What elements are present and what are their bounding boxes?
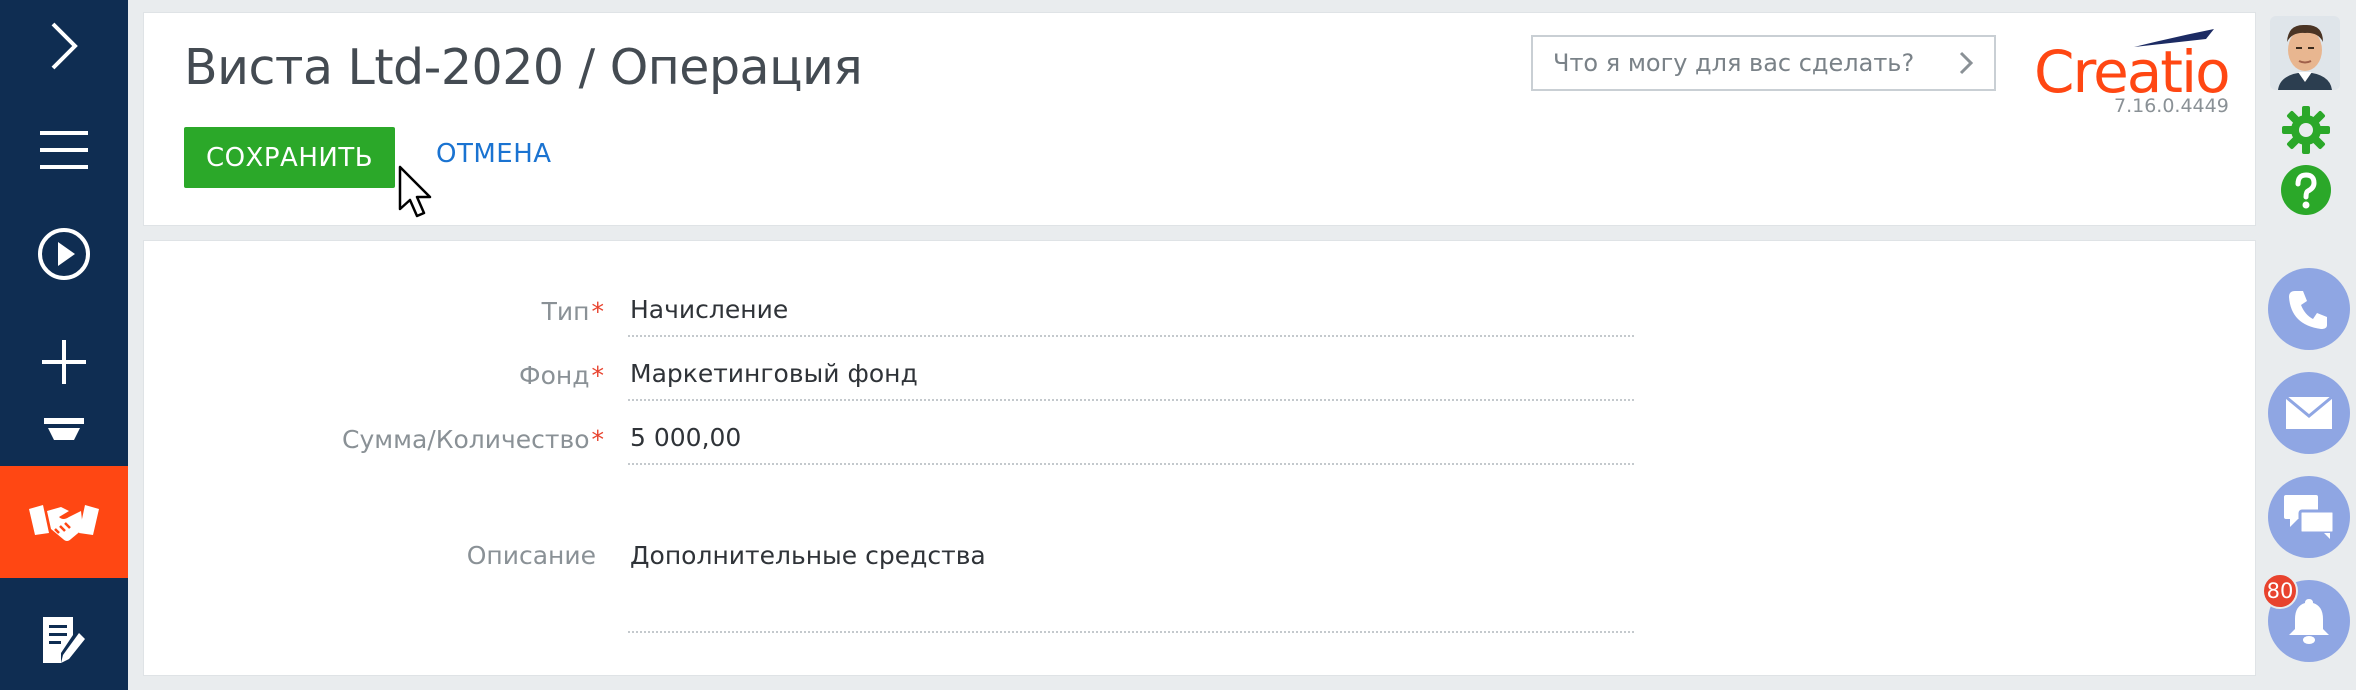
left-navigation	[0, 0, 128, 690]
user-avatar-icon	[2270, 16, 2340, 90]
play-circle-icon	[38, 228, 90, 280]
cancel-button[interactable]: ОТМЕНА	[436, 139, 552, 169]
funnel-icon	[44, 418, 84, 440]
edit-document-icon	[43, 617, 85, 663]
notification-count-badge: 80	[2262, 573, 2298, 609]
page-title: Виста Ltd-2020 / Операция	[184, 39, 863, 96]
amount-field-underline	[628, 463, 1634, 465]
page-header: Виста Ltd-2020 / Операция СОХРАНИТЬ ОТМЕ…	[143, 12, 2256, 226]
help-icon[interactable]	[2280, 164, 2332, 216]
creatio-logo: Creatio	[2034, 27, 2231, 106]
phone-button[interactable]	[2268, 268, 2350, 350]
process-button[interactable]	[0, 216, 128, 292]
amount-field-value[interactable]: 5 000,00	[630, 423, 741, 452]
envelope-icon	[2285, 396, 2333, 429]
required-marker: *	[591, 297, 605, 326]
phone-icon	[2289, 291, 2327, 329]
fund-field-underline	[628, 399, 1634, 401]
fund-field-label: Фонд*	[519, 361, 605, 390]
logo-text: Creatio	[2034, 38, 2231, 106]
amount-field-label: Сумма/Количество*	[342, 425, 605, 454]
type-field-label: Тип*	[541, 297, 605, 326]
description-field-label: Описание	[466, 541, 596, 570]
operation-form: Тип* Начисление Фонд* Маркетинговый фонд…	[143, 240, 2256, 676]
version-label: 7.16.0.4449	[2114, 95, 2229, 117]
chevron-right-icon	[51, 22, 78, 70]
expand-button[interactable]	[0, 8, 128, 84]
command-search-input[interactable]	[1553, 49, 1952, 77]
mouse-pointer-icon	[398, 165, 432, 218]
deals-button[interactable]	[0, 466, 128, 578]
bell-icon	[2289, 599, 2329, 644]
description-field-value[interactable]: Дополнительные средства	[630, 541, 986, 570]
create-button[interactable]	[0, 324, 128, 400]
type-field-value[interactable]: Начисление	[630, 295, 788, 324]
description-field-underline	[628, 631, 1634, 633]
logo-swoosh-icon	[2134, 29, 2214, 47]
avatar[interactable]	[2270, 16, 2340, 90]
menu-button[interactable]	[0, 112, 128, 188]
hamburger-menu-icon	[40, 131, 88, 169]
required-marker: *	[591, 425, 605, 454]
chat-button[interactable]	[2268, 476, 2350, 558]
command-search[interactable]	[1531, 35, 1996, 91]
email-button[interactable]	[2268, 372, 2350, 454]
notes-button[interactable]	[0, 600, 128, 680]
required-marker: *	[591, 361, 605, 390]
chat-bubbles-icon	[2284, 495, 2334, 539]
chevron-right-icon[interactable]	[1958, 50, 1974, 76]
fund-field-value[interactable]: Маркетинговый фонд	[630, 359, 918, 388]
save-button[interactable]: СОХРАНИТЬ	[184, 127, 395, 188]
gear-icon[interactable]	[2280, 104, 2332, 156]
type-field-underline	[628, 335, 1634, 337]
handshake-icon	[29, 505, 99, 541]
plus-icon	[42, 340, 86, 384]
funnel-button[interactable]	[0, 404, 128, 460]
